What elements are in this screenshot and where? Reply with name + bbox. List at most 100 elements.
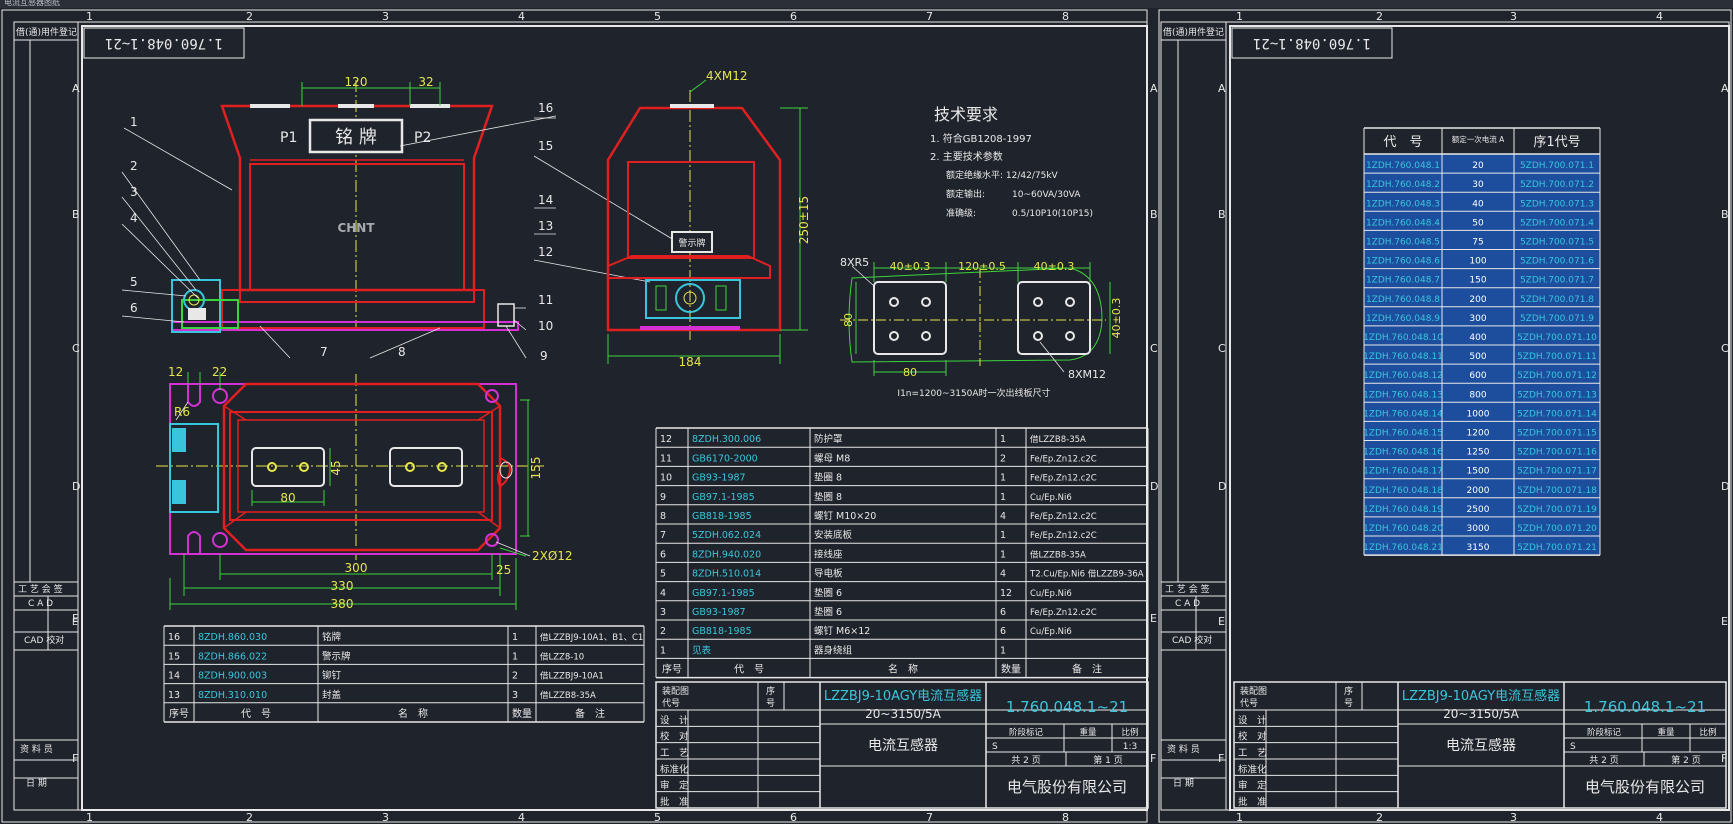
title-scale-value: 1:3 [1123,742,1137,752]
bom-qty-cell: 12 [1000,588,1012,599]
chnt-logo: CHNT [337,221,375,235]
bom-name-cell: 螺母 M8 [814,453,850,464]
terminal-dim-40v: 40±0.3 [1110,298,1123,339]
variant-current-cell: 1200 [1467,429,1490,439]
bom-note-cell: Fe/Ep.Zn12.c2C [1030,512,1097,522]
drawing-number-upside-down: 1.760.048.1~21 [105,35,223,51]
bom-qty-cell: 4 [1000,511,1006,522]
variant-current-cell: 75 [1472,238,1483,248]
variant-current-cell: 40 [1472,199,1484,209]
variant-current-cell: 1000 [1467,409,1490,419]
variant-code-cell: 1ZDH.760.048.4 [1366,218,1440,228]
callout-1: 1 [130,115,138,129]
bom-no-cell: 9 [660,492,666,503]
variant-seq-cell: 5ZDH.700.071.7 [1520,276,1594,286]
variant-current-cell: 2500 [1467,505,1490,515]
variant-current-cell: 1500 [1467,467,1490,477]
side-label-cad-check: CAD 校对 [24,634,64,646]
side-label-archivist: 资 料 员 [1167,743,1200,755]
drawing-number-upside-down: 1.760.048.1~21 [1253,35,1371,51]
left-side-labels: 借(通)用件登记 工 艺 会 签 C A D E CAD 校对 资 料 员 日 … [16,26,78,789]
side-label-process: 工 艺 会 签 [18,583,63,595]
variant-current-cell: 100 [1469,257,1486,267]
bom-note-cell: 借LZZB8-35A [1030,549,1086,560]
zone-number: 7 [926,10,933,23]
bom-no-cell: 14 [168,671,180,682]
variant-code-cell: 1ZDH.760.048.9 [1366,314,1440,324]
bom-code-cell: 8ZDH.860.030 [198,632,267,643]
dim-155: 155 [529,457,543,480]
bom-no-cell: 7 [660,530,666,541]
variant-header-seq: 序1代号 [1533,135,1580,150]
variant-seq-cell: 5ZDH.700.071.15 [1517,429,1597,439]
zone-number: 3 [382,10,389,23]
side-label-date: 日 期 [26,778,47,789]
bom-note-cell: Fe/Ep.Zn12.c2C [1030,474,1097,484]
dim-32: 32 [418,75,433,89]
title-role-label: 设 计 [1238,714,1267,726]
zone-letter: F [72,752,78,765]
dim-22: 22 [212,365,227,379]
dim-2x-hole: 2XØ12 [532,549,573,563]
bom-header-note: 备 注 [1072,663,1102,676]
bom-no-cell: 15 [168,651,180,662]
variant-seq-cell: 5ZDH.700.071.5 [1520,238,1594,248]
variant-seq-cell: 5ZDH.700.071.21 [1517,543,1597,553]
side-label-date: 日 期 [1173,778,1194,789]
bom-header-qty: 数量 [512,707,532,720]
terminal-dim-80v: 80 [842,313,855,327]
variant-code-cell: 1ZDH.760.048.6 [1366,257,1440,267]
bom-name-cell: 导电板 [814,568,843,580]
dim-45: 45 [329,460,343,475]
bom-header-code: 代 号 [734,664,764,676]
callout-3: 3 [130,185,138,199]
bom-name-cell: 垫圈 8 [814,472,842,484]
zone-letter: C [1721,342,1729,355]
variant-code-cell: 1ZDH.760.048.15 [1363,429,1443,439]
bom-no-cell: 13 [168,690,180,701]
title-role-label: 批 准 [1238,796,1267,808]
tech-req-accuracy-value: 0.5/10P10(10P15) [1012,209,1093,219]
title-drawing-number: 1.760.048.1~21 [1006,698,1128,716]
variant-current-cell: 200 [1469,295,1486,305]
zone-letter: A [72,82,80,95]
bom-note-cell: 借LZZ8-10 [540,651,584,662]
zone-number: 4 [1656,811,1663,824]
title-role-label: 标准化 [1238,763,1267,775]
bom-header-name: 名 称 [888,663,918,676]
bom-qty-cell: 1 [1000,645,1006,656]
bom-no-cell: 11 [660,453,672,464]
title-total-pages: 共 2 页 [1011,755,1040,766]
bom-qty-cell: 1 [1000,434,1006,445]
title-order-label: 序 [1344,685,1353,697]
bom-code-cell: 5ZDH.062.024 [692,530,761,541]
title-rating: 20~3150/5A [865,707,942,721]
bom-qty-cell: 1 [512,632,518,643]
zone-number: 7 [926,811,933,824]
side-label-cad-check: CAD 校对 [1172,634,1212,646]
variant-seq-cell: 5ZDH.700.071.3 [1520,199,1594,209]
zone-letter: A [1150,82,1158,95]
zone-number: 6 [790,10,797,23]
bom-no-cell: 1 [660,645,666,656]
title-stage-value: S [1570,742,1576,752]
title-rating: 20~3150/5A [1443,707,1520,721]
callout-12: 12 [538,245,553,259]
dim-330: 330 [331,579,354,593]
variant-current-cell: 150 [1469,276,1486,286]
bom-code-cell: 见表 [692,644,712,656]
title-assembly-ref-label: 代号 [662,698,680,709]
cad-drawing-canvas[interactable]: 1 2 3 4 5 6 7 8 1 2 3 4 5 6 7 8 A B C D … [0,0,1733,824]
bom-code-cell: GB97.1-1985 [692,588,755,599]
variant-code-cell: 1ZDH.760.048.14 [1363,409,1443,419]
variant-code-cell: 1ZDH.760.048.19 [1363,505,1443,515]
title-role-label: 标准化 [660,763,689,775]
variant-code-cell: 1ZDH.760.048.10 [1363,333,1443,343]
variant-current-cell: 2000 [1467,486,1490,496]
title-stage-head: 阶段标记 [1587,727,1622,738]
variant-code-cell: 1ZDH.760.048.3 [1366,199,1440,209]
zone-letter: D [1721,480,1729,493]
bom-qty-cell: 3 [512,690,518,701]
bom-no-cell: 8 [660,511,666,522]
variant-code-cell: 1ZDH.760.048.8 [1366,295,1440,305]
